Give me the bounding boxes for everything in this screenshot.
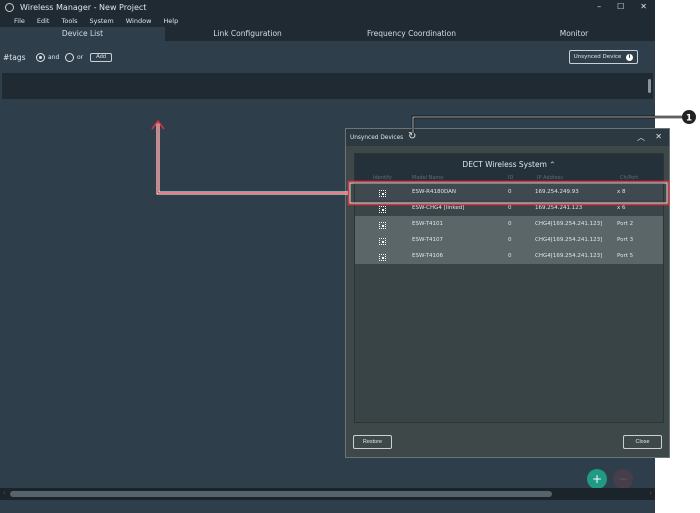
callout-line: [412, 116, 683, 133]
callout-number: 1: [686, 114, 692, 124]
highlight-box: [347, 180, 670, 206]
arrow-outline: [156, 122, 348, 195]
annotation-overlay: 1: [151, 110, 696, 206]
red-arrow: [157, 122, 348, 194]
